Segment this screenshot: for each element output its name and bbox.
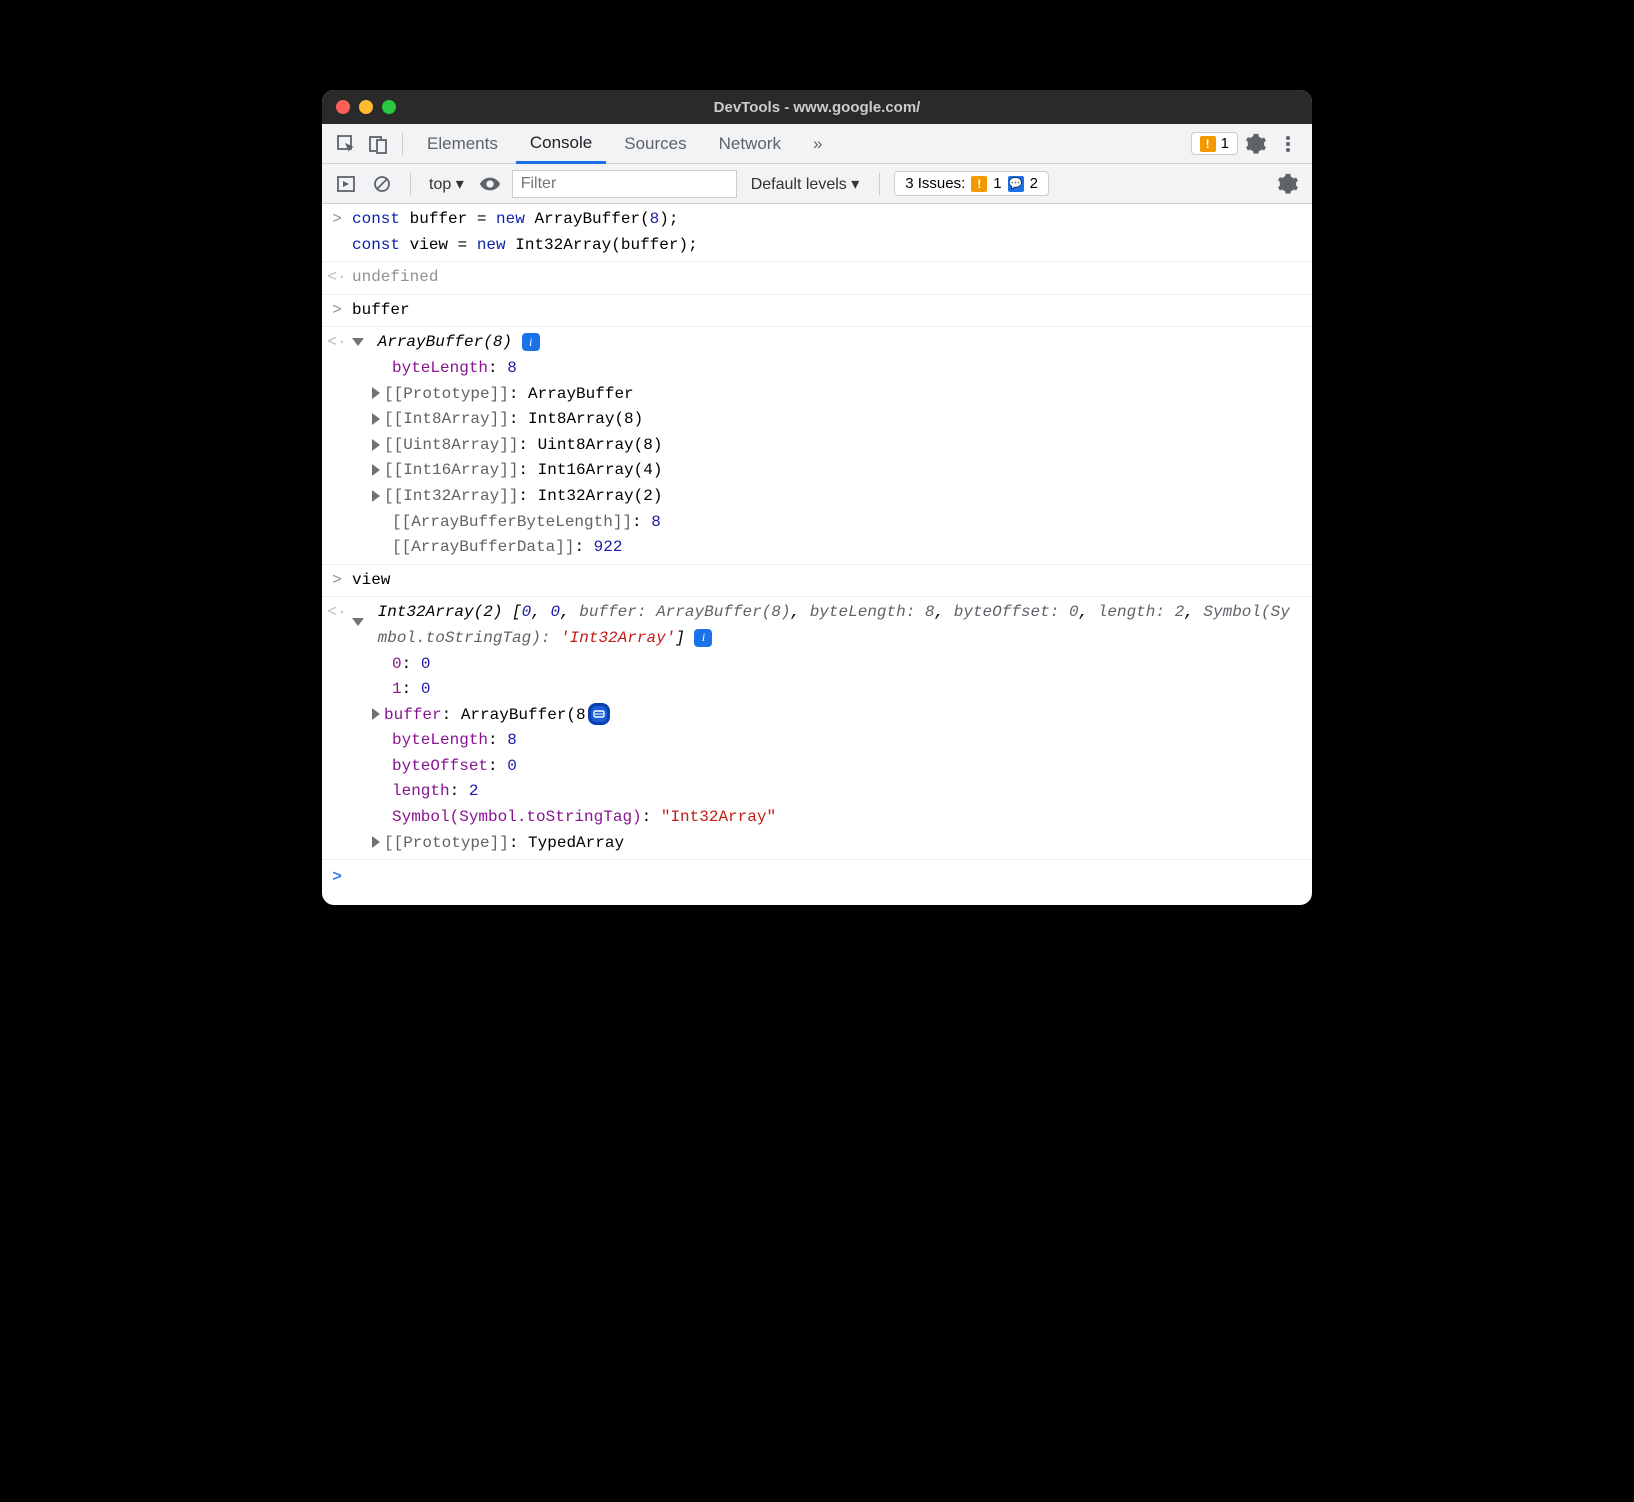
console-input-row: > view: [322, 565, 1312, 598]
levels-select[interactable]: Default levels ▾: [745, 174, 866, 194]
filter-input[interactable]: [512, 170, 737, 198]
divider: [879, 173, 880, 195]
info-badge-icon[interactable]: i: [522, 333, 540, 351]
memory-inspector-icon[interactable]: [588, 703, 610, 725]
main-toolbar: Elements Console Sources Network » ! 1: [322, 124, 1312, 164]
property-row[interactable]: [[ArrayBufferData]]: 922: [352, 535, 1302, 561]
console-output-row: <· undefined: [322, 262, 1312, 295]
property-row[interactable]: [[Int16Array]]: Int16Array(4): [352, 458, 1302, 484]
settings-icon[interactable]: [1242, 130, 1270, 158]
warning-icon: !: [971, 176, 987, 192]
console-output-row: <· Int32Array(2) [0, 0, buffer: ArrayBuf…: [322, 597, 1312, 860]
divider: [402, 133, 403, 155]
issues-warn-count: 1: [993, 175, 1001, 192]
property-row[interactable]: [[ArrayBufferByteLength]]: 8: [352, 510, 1302, 536]
input-chevron-icon: >: [322, 568, 352, 594]
console-toolbar: top ▾ Default levels ▾ 3 Issues: ! 1 💬 2: [322, 164, 1312, 204]
clear-console-icon[interactable]: [368, 170, 396, 198]
divider: [410, 173, 411, 195]
console-output-row: <· ArrayBuffer(8) i byteLength: 8 [[Prot…: [322, 327, 1312, 564]
info-icon: 💬: [1008, 176, 1024, 192]
expand-triangle-icon[interactable]: [372, 836, 380, 848]
expand-triangle-icon[interactable]: [372, 439, 380, 451]
property-row[interactable]: buffer: ArrayBuffer(8: [352, 703, 1302, 729]
object-header[interactable]: ArrayBuffer(8): [378, 333, 512, 351]
property-row[interactable]: Symbol(Symbol.toStringTag): "Int32Array": [352, 805, 1302, 831]
property-row[interactable]: byteLength: 8: [352, 728, 1302, 754]
warning-count: 1: [1221, 135, 1229, 152]
tab-console[interactable]: Console: [516, 124, 606, 164]
expand-triangle-icon[interactable]: [372, 490, 380, 502]
undefined-value: undefined: [352, 265, 1312, 291]
property-row[interactable]: 0: 0: [352, 652, 1302, 678]
input-chevron-icon: >: [322, 207, 352, 258]
input-chevron-icon: >: [322, 298, 352, 324]
object-header[interactable]: Int32Array(2) [0, 0, buffer: ArrayBuffer…: [378, 600, 1298, 651]
output-chevron-icon: <·: [322, 265, 352, 291]
devtools-window: DevTools - www.google.com/ Elements Cons…: [322, 90, 1312, 905]
property-row[interactable]: [[Prototype]]: TypedArray: [352, 831, 1302, 857]
expanded-object: ArrayBuffer(8) i byteLength: 8 [[Prototy…: [352, 330, 1312, 560]
tab-sources[interactable]: Sources: [610, 124, 700, 164]
code-line: const buffer = new ArrayBuffer(8); const…: [352, 207, 1312, 258]
expand-triangle-icon[interactable]: [372, 708, 380, 720]
code-line: buffer: [352, 298, 1312, 324]
titlebar: DevTools - www.google.com/: [322, 90, 1312, 124]
device-toggle-icon[interactable]: [364, 130, 392, 158]
inspect-icon[interactable]: [332, 130, 360, 158]
console-input-row: > const buffer = new ArrayBuffer(8); con…: [322, 204, 1312, 262]
issues-pill[interactable]: 3 Issues: ! 1 💬 2: [894, 171, 1049, 196]
code-line: view: [352, 568, 1312, 594]
property-row[interactable]: byteOffset: 0: [352, 754, 1302, 780]
warning-icon: !: [1200, 136, 1216, 152]
property-row[interactable]: length: 2: [352, 779, 1302, 805]
window-title: DevTools - www.google.com/: [322, 99, 1312, 116]
eye-icon[interactable]: [476, 170, 504, 198]
context-select[interactable]: top ▾: [425, 172, 468, 196]
property-row[interactable]: [[Prototype]]: ArrayBuffer: [352, 382, 1302, 408]
expand-triangle-icon[interactable]: [372, 413, 380, 425]
collapse-triangle-icon[interactable]: [352, 618, 364, 626]
output-chevron-icon: <·: [322, 600, 352, 856]
property-row[interactable]: byteLength: 8: [352, 356, 1302, 382]
info-badge-icon[interactable]: i: [694, 629, 712, 647]
property-row[interactable]: 1: 0: [352, 677, 1302, 703]
console-prompt[interactable]: >: [322, 860, 1312, 905]
expand-triangle-icon[interactable]: [372, 387, 380, 399]
property-row[interactable]: [[Uint8Array]]: Uint8Array(8): [352, 433, 1302, 459]
expanded-object: Int32Array(2) [0, 0, buffer: ArrayBuffer…: [352, 600, 1312, 856]
tab-elements[interactable]: Elements: [413, 124, 512, 164]
collapse-triangle-icon[interactable]: [352, 338, 364, 346]
console-output: > const buffer = new ArrayBuffer(8); con…: [322, 204, 1312, 905]
property-row[interactable]: [[Int32Array]]: Int32Array(2): [352, 484, 1302, 510]
tab-more[interactable]: »: [799, 124, 836, 164]
expand-triangle-icon[interactable]: [372, 464, 380, 476]
tab-network[interactable]: Network: [705, 124, 795, 164]
issues-info-count: 2: [1030, 175, 1038, 192]
sidebar-toggle-icon[interactable]: [332, 170, 360, 198]
output-chevron-icon: <·: [322, 330, 352, 560]
prompt-chevron-icon: >: [322, 865, 352, 891]
console-input-row: > buffer: [322, 295, 1312, 328]
issues-label: 3 Issues:: [905, 175, 965, 192]
property-row[interactable]: [[Int8Array]]: Int8Array(8): [352, 407, 1302, 433]
console-settings-icon[interactable]: [1274, 170, 1302, 198]
more-icon[interactable]: [1274, 130, 1302, 158]
warnings-badge[interactable]: ! 1: [1191, 132, 1238, 155]
